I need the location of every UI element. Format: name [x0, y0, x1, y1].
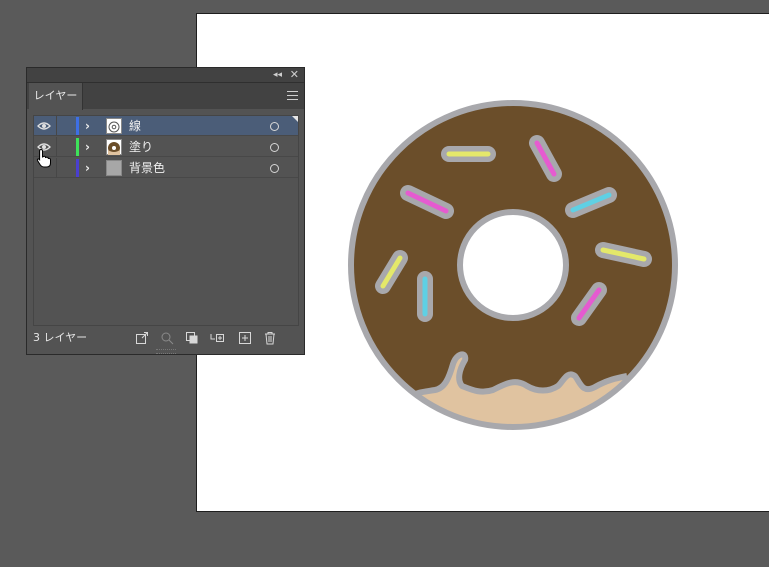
panel-title-bar[interactable]: ◂◂ ✕	[27, 68, 304, 83]
chevron-right-icon[interactable]: ›	[85, 139, 90, 155]
layer-row-line[interactable]: › 線	[34, 116, 298, 136]
new-sublayer-icon[interactable]	[210, 331, 224, 345]
new-layer-icon[interactable]	[238, 331, 252, 345]
row-divider	[56, 116, 57, 136]
target-icon[interactable]	[270, 164, 279, 173]
layer-color-strip	[76, 159, 79, 177]
panel-menu-icon[interactable]	[287, 91, 298, 103]
panel-footer: 3 レイヤー	[27, 328, 304, 348]
chevron-right-icon[interactable]: ›	[85, 118, 90, 134]
gray-swatch-thumbnail	[106, 160, 122, 176]
donut-thumbnail	[106, 139, 122, 155]
layer-row-fill[interactable]: › 塗り	[34, 137, 298, 157]
tab-layers[interactable]: レイヤー	[29, 83, 83, 110]
layer-color-strip	[76, 138, 79, 156]
export-icon[interactable]	[135, 331, 149, 345]
layer-count: 3 レイヤー	[33, 331, 88, 344]
target-icon[interactable]	[270, 143, 279, 152]
selection-indicator	[292, 116, 298, 122]
close-icon[interactable]: ✕	[290, 68, 299, 82]
layer-name: 塗り	[129, 140, 154, 154]
delete-icon[interactable]	[263, 331, 277, 345]
layer-name: 背景色	[129, 161, 166, 175]
target-icon[interactable]	[270, 122, 279, 131]
layer-name: 線	[129, 119, 142, 133]
panel-tab-strip: レイヤー	[27, 83, 304, 110]
chevron-right-icon[interactable]: ›	[85, 160, 90, 176]
line-art-thumbnail	[106, 118, 122, 134]
resize-grip[interactable]	[156, 349, 176, 354]
hand-pointer-cursor-icon	[36, 148, 51, 168]
row-divider	[56, 137, 57, 157]
row-divider	[56, 158, 57, 178]
locate-object-icon[interactable]	[160, 331, 174, 345]
sprinkle	[595, 242, 652, 267]
layer-color-strip	[76, 117, 79, 135]
donut-hole	[457, 209, 569, 321]
layer-row-background[interactable]: › 背景色	[34, 158, 298, 178]
layers-panel: ◂◂ ✕ レイヤー › 線 › 塗り › 背景色 3 レイヤー	[26, 67, 305, 355]
layer-list: › 線 › 塗り › 背景色	[33, 115, 299, 326]
clipping-mask-icon[interactable]	[185, 331, 199, 345]
collapse-icon[interactable]: ◂◂	[273, 68, 282, 82]
eye-icon[interactable]	[37, 121, 51, 131]
